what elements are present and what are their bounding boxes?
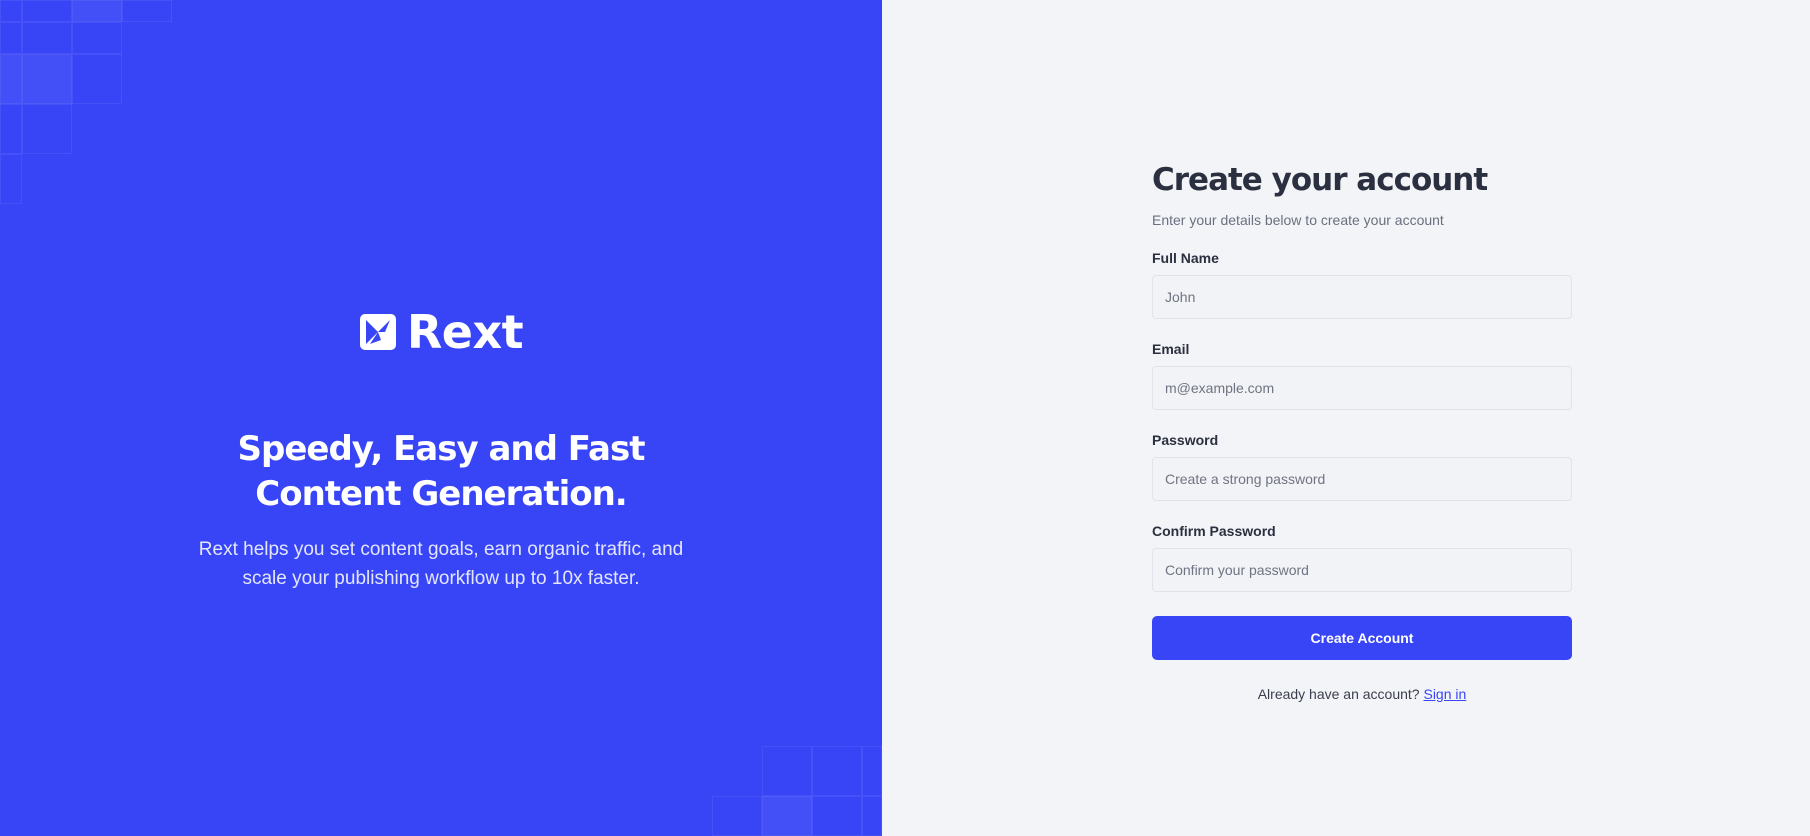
brand-name: Rext bbox=[406, 305, 524, 359]
brand-description: Rext helps you set content goals, earn o… bbox=[198, 539, 684, 589]
brand-headline: Speedy, Easy and Fast Content Generation… bbox=[237, 429, 646, 514]
create-account-button[interactable]: Create Account bbox=[1152, 616, 1572, 660]
brand-logo: Rext bbox=[359, 305, 524, 359]
signup-form: Create your account Enter your details b… bbox=[1152, 160, 1572, 702]
form-title: Create your account bbox=[1152, 162, 1488, 198]
confirm-password-input[interactable] bbox=[1152, 548, 1572, 592]
form-subtitle: Enter your details below to create your … bbox=[1152, 212, 1444, 228]
decorative-grid-bottom-right bbox=[712, 746, 882, 836]
confirm-password-label: Confirm Password bbox=[1152, 523, 1276, 539]
password-label: Password bbox=[1152, 432, 1219, 448]
signin-link[interactable]: Sign in bbox=[1423, 686, 1466, 702]
full-name-label: Full Name bbox=[1152, 250, 1219, 266]
password-input[interactable] bbox=[1152, 457, 1572, 501]
confirm-password-group: Confirm Password bbox=[1152, 523, 1572, 592]
password-group: Password bbox=[1152, 432, 1572, 501]
signin-prompt: Already have an account? bbox=[1257, 686, 1420, 702]
full-name-input[interactable] bbox=[1152, 275, 1572, 319]
signup-panel: Create your account Enter your details b… bbox=[882, 0, 1810, 836]
email-group: Email bbox=[1152, 341, 1572, 410]
email-label: Email bbox=[1152, 341, 1190, 357]
full-name-group: Full Name bbox=[1152, 250, 1572, 319]
decorative-grid-top-left bbox=[0, 0, 230, 210]
email-input[interactable] bbox=[1152, 366, 1572, 410]
signin-row: Already have an account? Sign in bbox=[1152, 686, 1572, 702]
rext-logo-icon bbox=[359, 314, 396, 350]
brand-panel: Rext Speedy, Easy and Fast Content Gener… bbox=[0, 0, 882, 836]
